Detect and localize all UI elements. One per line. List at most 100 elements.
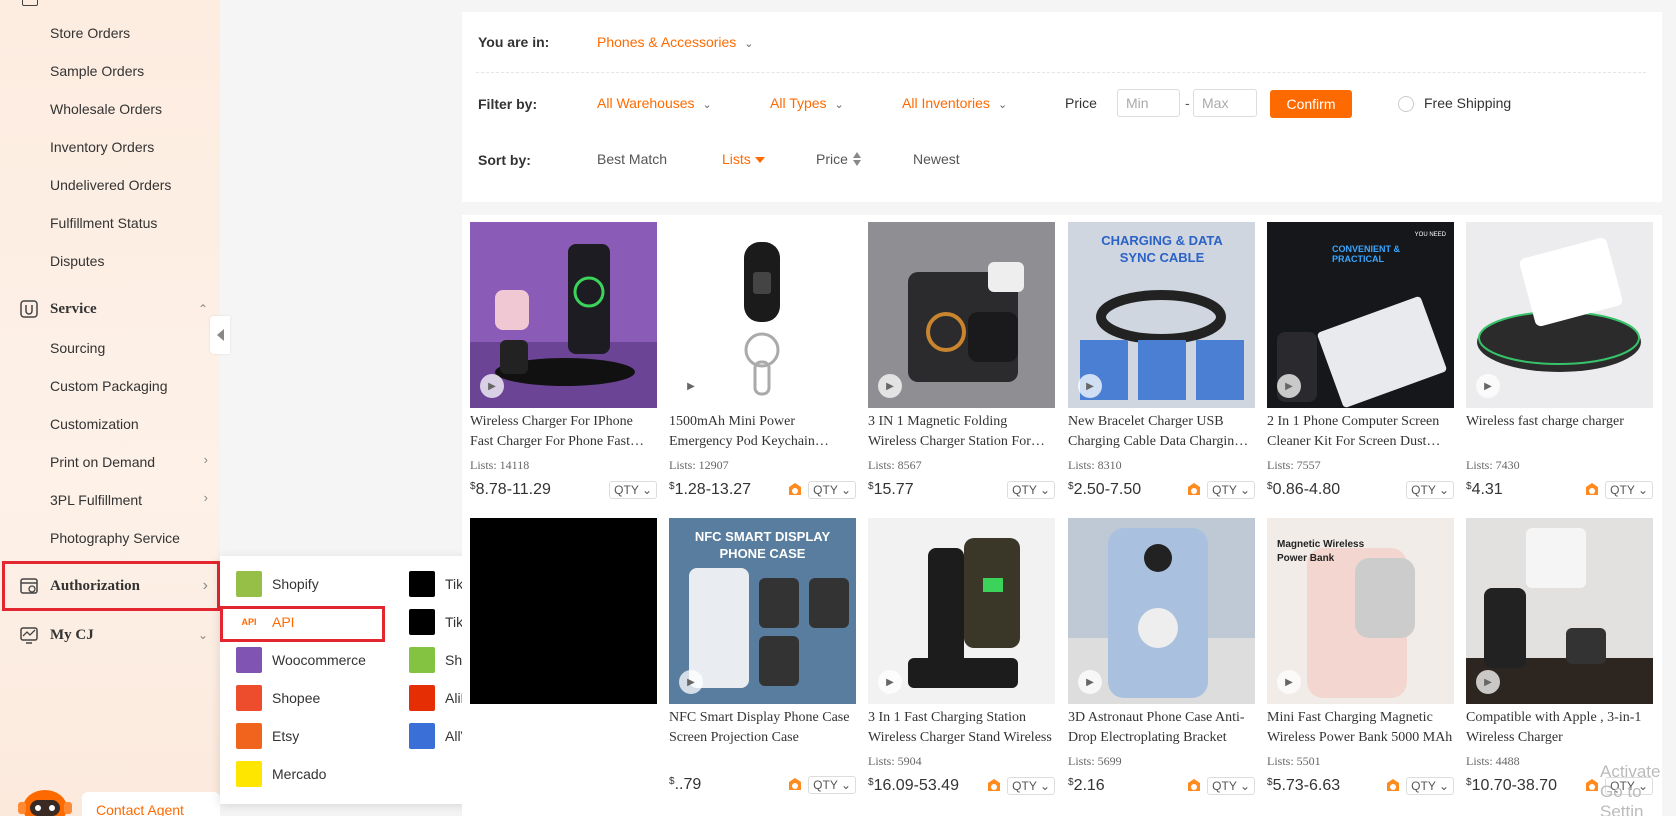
product-image[interactable]: Magnetic Wireless Power Bank ▶: [1267, 518, 1454, 704]
product-card[interactable]: ▶ 3 IN 1 Magnetic Folding Wireless Charge…: [868, 222, 1055, 501]
play-icon[interactable]: ▶: [1277, 670, 1301, 694]
product-title[interactable]: Compatible with Apple , 3-in-1 Wireless …: [1466, 708, 1653, 748]
product-title[interactable]: 2 In 1 Phone Computer Screen Cleaner Kit…: [1267, 412, 1454, 452]
sidebar-item-wholesale-orders[interactable]: Wholesale Orders: [50, 101, 162, 117]
product-card[interactable]: ▶ Wireless fast charge charger Lists: 7430…: [1466, 222, 1653, 501]
product-card[interactable]: ▶ Wireless Charger For IPhone Fast Charge…: [470, 222, 657, 501]
play-icon[interactable]: ▶: [679, 374, 703, 398]
product-title[interactable]: NFC Smart Display Phone Case Screen Proj…: [669, 708, 856, 748]
qty-label: QTY: [1212, 779, 1237, 793]
qty-label: QTY: [1012, 779, 1037, 793]
price-value: 10.70-38.70: [1471, 777, 1557, 794]
qty-dropdown[interactable]: QTY ⌄: [609, 481, 657, 499]
product-image[interactable]: ▶: [1068, 518, 1255, 704]
warehouses-dropdown[interactable]: All Warehouses ⌄: [597, 95, 712, 111]
qty-dropdown[interactable]: QTY ⌄: [1207, 481, 1255, 499]
product-image[interactable]: YOU NEED CONVENIENT & PRACTICAL ▶: [1267, 222, 1454, 408]
product-title[interactable]: 3 In 1 Fast Charging Station Wireless Ch…: [868, 708, 1055, 748]
sidebar-item-photography-service[interactable]: Photography Service: [50, 530, 180, 546]
contact-agent-button[interactable]: Contact Agent: [82, 792, 220, 816]
chevron-down-icon: ⌄: [1435, 779, 1449, 793]
auth-item-shopify[interactable]: Shopify: [236, 571, 319, 597]
play-icon[interactable]: ▶: [1277, 374, 1301, 398]
play-icon[interactable]: ▶: [1476, 374, 1500, 398]
product-card[interactable]: YOU NEED CONVENIENT & PRACTICAL ▶ 2 In 1 Ph…: [1267, 222, 1454, 501]
product-card[interactable]: Magnetic Wireless Power Bank ▶ Mini Fast C…: [1267, 518, 1454, 797]
qty-label: QTY: [614, 483, 639, 497]
qty-dropdown[interactable]: QTY ⌄: [1406, 777, 1454, 795]
product-image[interactable]: ▶: [470, 222, 657, 408]
product-title[interactable]: Wireless fast charge charger: [1466, 412, 1653, 452]
product-image[interactable]: ▶: [868, 518, 1055, 704]
free-shipping-radio[interactable]: [1398, 96, 1414, 112]
play-icon[interactable]: ▶: [878, 374, 902, 398]
product-title[interactable]: 1500mAh Mini Power Emergency Pod Keychai…: [669, 412, 856, 452]
product-card[interactable]: CHARGING & DATA SYNC CABLE ▶ New Bracelet …: [1068, 222, 1255, 501]
sort-price[interactable]: Price: [816, 151, 862, 170]
types-dropdown[interactable]: All Types ⌄: [770, 95, 844, 111]
sidebar-item-customization[interactable]: Customization: [50, 416, 139, 432]
auth-item-shopee[interactable]: Shopee: [236, 685, 320, 711]
sidebar-item-fulfillment-status[interactable]: Fulfillment Status: [50, 215, 157, 231]
product-image[interactable]: NFC SMART DISPLAY PHONE CASE ▶: [669, 518, 856, 704]
product-image[interactable]: ▶: [1466, 222, 1653, 408]
qty-dropdown[interactable]: QTY ⌄: [1406, 481, 1454, 499]
sidebar-item-sample-orders[interactable]: Sample Orders: [50, 63, 144, 79]
sidebar-item-sourcing[interactable]: Sourcing: [50, 340, 105, 356]
sidebar-item-3pl-fulfillment[interactable]: 3PL Fulfillment: [50, 492, 142, 508]
product-image[interactable]: ▶: [868, 222, 1055, 408]
price-value: ..79: [674, 776, 702, 793]
sidebar-item-print-on-demand[interactable]: Print on Demand: [50, 454, 155, 470]
price-min-input[interactable]: Min: [1117, 89, 1180, 117]
sidebar-item-undelivered-orders[interactable]: Undelivered Orders: [50, 177, 171, 193]
product-card[interactable]: ▶ Compatible with Apple , 3-in-1 Wireless…: [1466, 518, 1653, 797]
category-dropdown[interactable]: Phones & Accessories ⌄: [597, 34, 754, 50]
product-title[interactable]: Wireless Charger For IPhone Fast Charger…: [470, 412, 657, 452]
inventories-dropdown[interactable]: All Inventories ⌄: [902, 95, 1007, 111]
play-icon[interactable]: ▶: [1078, 374, 1102, 398]
play-icon[interactable]: ▶: [679, 670, 703, 694]
product-image[interactable]: [470, 518, 657, 704]
qty-dropdown[interactable]: QTY ⌄: [808, 481, 856, 499]
play-icon[interactable]: ▶: [878, 670, 902, 694]
product-card[interactable]: [470, 518, 657, 704]
auth-item-woocommerce[interactable]: Woocommerce: [236, 647, 366, 673]
qty-dropdown[interactable]: QTY ⌄: [1605, 481, 1653, 499]
collapse-sidebar-button[interactable]: [210, 316, 230, 354]
confirm-button[interactable]: Confirm: [1270, 90, 1352, 118]
product-title[interactable]: New Bracelet Charger USB Charging Cable …: [1068, 412, 1255, 452]
product-lists-count: Lists: 8567: [868, 458, 922, 472]
auth-item-etsy[interactable]: Etsy: [236, 723, 299, 749]
auth-item-mercado[interactable]: Mercado: [236, 761, 326, 787]
qty-dropdown[interactable]: QTY ⌄: [808, 776, 856, 794]
qty-dropdown[interactable]: QTY ⌄: [1007, 481, 1055, 499]
product-title[interactable]: Mini Fast Charging Magnetic Wireless Pow…: [1267, 708, 1454, 748]
product-title[interactable]: 3 IN 1 Magnetic Folding Wireless Charger…: [868, 412, 1055, 452]
shipping-badge-icon: [985, 777, 1003, 795]
sidebar-group-mycj[interactable]: My CJ ⌄: [18, 620, 214, 650]
play-icon[interactable]: ▶: [480, 374, 504, 398]
sidebar-item-custom-packaging[interactable]: Custom Packaging: [50, 378, 168, 394]
sort-lists[interactable]: Lists: [722, 151, 765, 167]
product-image[interactable]: ▶: [1466, 518, 1653, 704]
price-max-input[interactable]: Max: [1193, 89, 1257, 117]
sort-best-match[interactable]: Best Match: [597, 151, 667, 167]
product-image[interactable]: CHARGING & DATA SYNC CABLE ▶: [1068, 222, 1255, 408]
agent-robot-icon[interactable]: [16, 784, 74, 816]
sidebar-item-disputes[interactable]: Disputes: [50, 253, 104, 269]
play-icon[interactable]: ▶: [1078, 670, 1102, 694]
product-card[interactable]: NFC SMART DISPLAY PHONE CASE ▶ NFC Smart D…: [669, 518, 856, 796]
play-icon[interactable]: ▶: [1476, 670, 1500, 694]
sidebar-group-service[interactable]: Service ⌃: [18, 294, 214, 324]
product-card[interactable]: ▶ 1500mAh Mini Power Emergency Pod Keycha…: [669, 222, 856, 501]
product-card[interactable]: ▶ 3 In 1 Fast Charging Station Wireless C…: [868, 518, 1055, 797]
qty-dropdown[interactable]: QTY ⌄: [1007, 777, 1055, 795]
sidebar-item-inventory-orders[interactable]: Inventory Orders: [50, 139, 154, 155]
product-title[interactable]: 3D Astronaut Phone Case Anti-Drop Electr…: [1068, 708, 1255, 748]
product-card[interactable]: ▶ 3D Astronaut Phone Case Anti-Drop Elect…: [1068, 518, 1255, 797]
sidebar-item-store-orders[interactable]: Store Orders: [50, 25, 130, 41]
qty-dropdown[interactable]: QTY ⌄: [1207, 777, 1255, 795]
sort-newest[interactable]: Newest: [913, 151, 960, 167]
etsy-icon: [236, 723, 262, 749]
product-image[interactable]: ▶: [669, 222, 856, 408]
